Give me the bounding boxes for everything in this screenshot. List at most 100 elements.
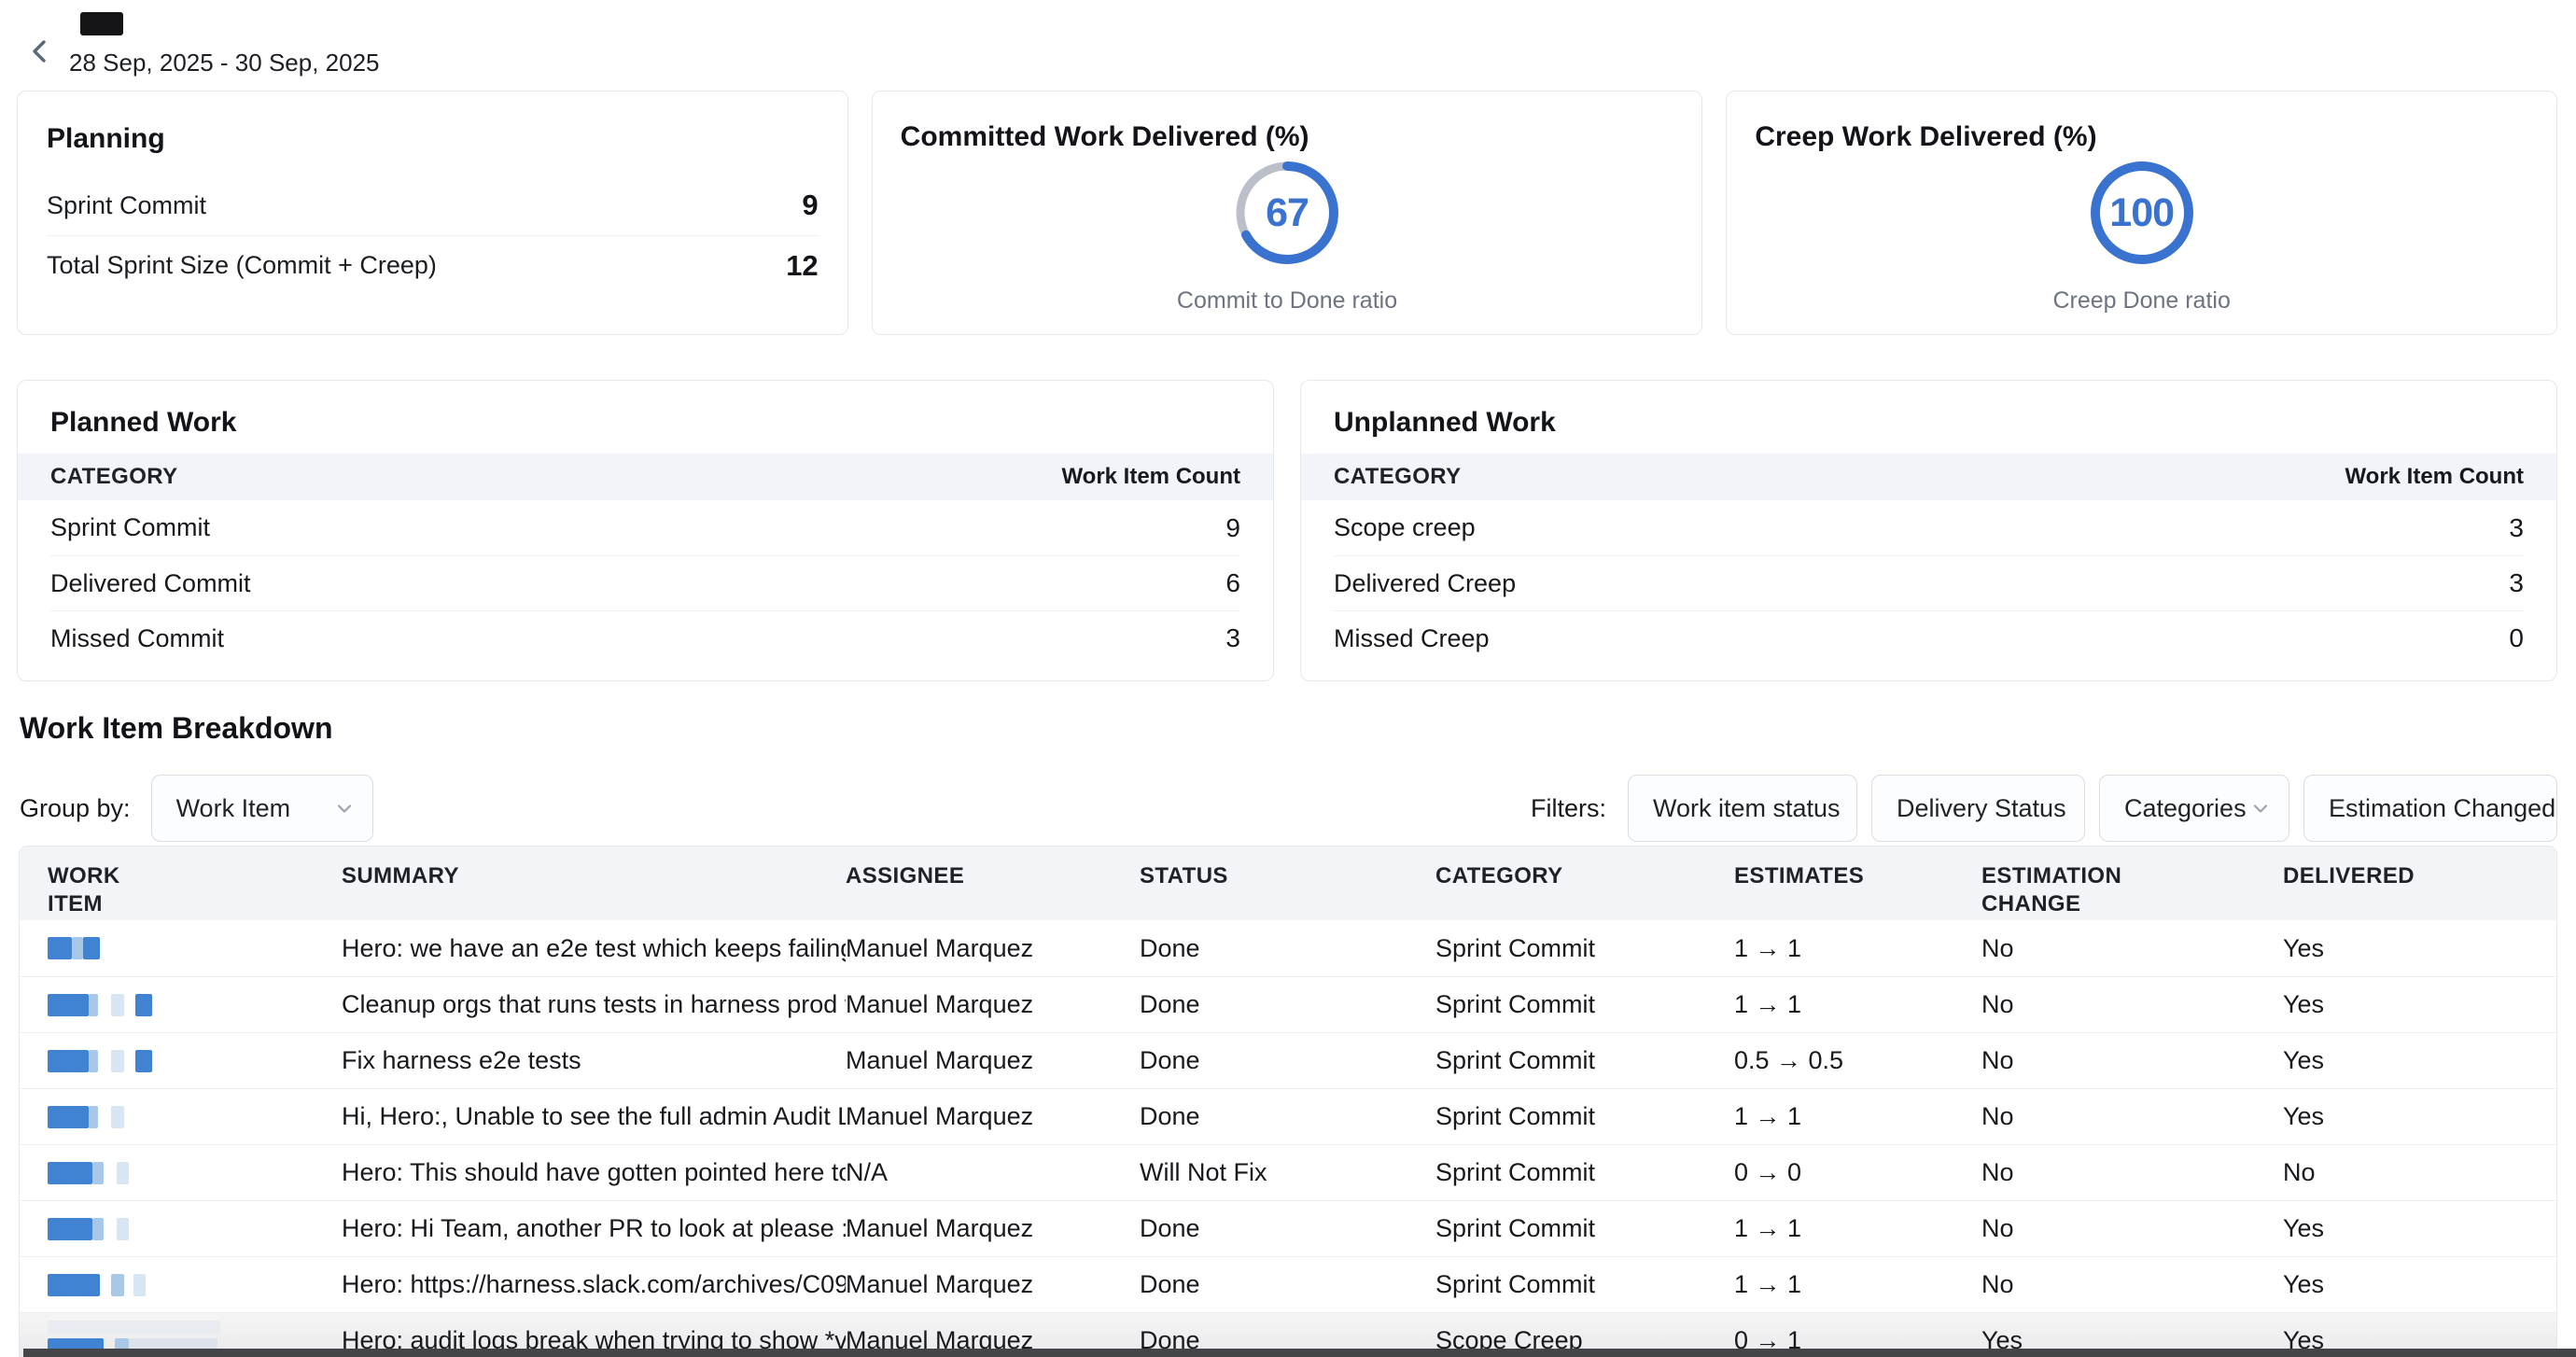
- back-icon[interactable]: [24, 35, 56, 67]
- workitem-cell[interactable]: [48, 1162, 342, 1184]
- group-by-value: Work Item: [176, 794, 291, 823]
- unplanned-work-card: Unplanned WorkCATEGORYWork Item CountSco…: [1300, 380, 2557, 681]
- planned-work-card: Planned WorkCATEGORYWork Item CountSprin…: [17, 380, 1274, 681]
- workitem-id-redacted: [48, 1050, 342, 1072]
- list-card-header: CATEGORYWork Item Count: [1301, 454, 2556, 500]
- filter-select-estimation-changed[interactable]: Estimation Changed: [2303, 775, 2557, 842]
- report-title-redacted: [80, 12, 123, 35]
- cell-assignee: Manuel Marquez: [846, 1102, 1140, 1131]
- workitem-id-block: [117, 1162, 129, 1184]
- cell-category: Sprint Commit: [1435, 1046, 1734, 1075]
- planning-rows: Sprint Commit9Total Sprint Size (Commit …: [47, 175, 819, 295]
- workitem-id-block: [111, 994, 124, 1016]
- workitem-id-redacted: [48, 1218, 342, 1240]
- planning-row: Total Sprint Size (Commit + Creep) 12: [47, 235, 819, 295]
- list-row: Missed Creep0: [1334, 610, 2524, 665]
- filter-select-value: Delivery Status: [1897, 794, 2066, 823]
- filter-select-value: Work item status: [1653, 794, 1841, 823]
- workitem-id-redacted: [48, 937, 342, 959]
- list-row-category: Scope creep: [1334, 513, 1476, 542]
- filter-select-delivery-status[interactable]: Delivery Status: [1871, 775, 2085, 842]
- table-header-row: WORK ITEMSUMMARYASSIGNEESTATUSCATEGORYES…: [20, 846, 2556, 920]
- list-row-count: 6: [1225, 568, 1240, 598]
- breakdown-controls: Group by: Work Item Filters: Work item s…: [20, 775, 2557, 842]
- workitem-id-block: [72, 937, 83, 959]
- table-column-header: ASSIGNEE: [846, 862, 1140, 890]
- workitem-cell[interactable]: [48, 937, 342, 959]
- cell-assignee: Manuel Marquez: [846, 1214, 1140, 1243]
- workitem-cell[interactable]: [48, 1050, 342, 1072]
- planning-row-label: Sprint Commit: [47, 191, 206, 220]
- summary-cards-row: Planning Sprint Commit9Total Sprint Size…: [17, 91, 2557, 335]
- cell-estimation_change: No: [1981, 1214, 2283, 1243]
- chevron-down-icon: [333, 797, 356, 819]
- table-column-header: SUMMARY: [342, 862, 846, 890]
- list-row-count: 3: [2509, 513, 2524, 543]
- chevron-down-icon: [2249, 797, 2272, 819]
- cell-assignee: Manuel Marquez: [846, 1270, 1140, 1299]
- cell-estimation_change: No: [1981, 990, 2283, 1019]
- group-by-select[interactable]: Work Item: [151, 775, 373, 842]
- workitem-id-block: [111, 1106, 124, 1128]
- cell-status: Done: [1140, 934, 1435, 963]
- workitem-id-block: [135, 1050, 152, 1072]
- cell-summary: Cleanup orgs that runs tests in harness …: [342, 990, 846, 1019]
- cell-category: Sprint Commit: [1435, 990, 1734, 1019]
- list-row: Sprint Commit9: [50, 500, 1240, 555]
- table-row: Cleanup orgs that runs tests in harness …: [20, 976, 2556, 1032]
- committed-work-card: Committed Work Delivered (%)67Commit to …: [872, 91, 1703, 335]
- cell-estimates: 0 → 0: [1734, 1158, 1981, 1187]
- list-row-count: 3: [2509, 568, 2524, 598]
- workitem-id-block: [98, 1106, 111, 1128]
- cell-assignee: Manuel Marquez: [846, 990, 1140, 1019]
- cell-delivered: Yes: [2283, 1046, 2530, 1075]
- table-row: Hero: we have an e2e test which keeps fa…: [20, 920, 2556, 976]
- filter-select-categories[interactable]: Categories: [2099, 775, 2289, 842]
- viewport-bottom-strip: [23, 1349, 2576, 1357]
- workitem-id-block: [92, 1218, 104, 1240]
- cell-delivered: Yes: [2283, 934, 2530, 963]
- workitem-id-block: [48, 994, 89, 1016]
- cell-delivered: Yes: [2283, 1214, 2530, 1243]
- cell-status: Will Not Fix: [1140, 1158, 1435, 1187]
- workitem-cell[interactable]: [48, 1274, 342, 1296]
- gauge-card-title: Creep Work Delivered (%): [1755, 121, 2096, 153]
- filters-label: Filters:: [1531, 794, 1606, 823]
- workitem-cell[interactable]: [48, 994, 342, 1016]
- workitem-cell[interactable]: [48, 1218, 342, 1240]
- list-row-count: 0: [2509, 623, 2524, 653]
- table-column-header: ESTIMATES: [1734, 862, 1981, 890]
- filter-select-work-item-status[interactable]: Work item status: [1628, 775, 1857, 842]
- cell-summary: Hero: Hi Team, another PR to look at ple…: [342, 1214, 846, 1243]
- cell-summary: Hero: This should have gotten pointed he…: [342, 1158, 846, 1187]
- workitem-cell[interactable]: [48, 1106, 342, 1128]
- cell-delivered: No: [2283, 1158, 2530, 1187]
- workitem-id-redacted: [48, 1106, 342, 1128]
- workitem-id-block: [48, 1050, 89, 1072]
- list-row: Scope creep 3: [1334, 500, 2524, 555]
- list-row-count: 3: [1225, 623, 1240, 653]
- cell-estimates: 1 → 1: [1734, 990, 1981, 1019]
- cell-estimation_change: No: [1981, 1102, 2283, 1131]
- cell-summary: Fix harness e2e tests: [342, 1046, 846, 1075]
- cell-category: Sprint Commit: [1435, 1158, 1734, 1187]
- planning-row-label: Total Sprint Size (Commit + Creep): [47, 251, 437, 280]
- workitem-id-block: [48, 1106, 89, 1128]
- workitem-id-block: [100, 1274, 111, 1296]
- cell-status: Done: [1140, 1270, 1435, 1299]
- gauge-ring: 67: [1233, 159, 1341, 267]
- gauge-ring: 100: [2088, 159, 2196, 267]
- workitem-id-block: [48, 1274, 100, 1296]
- workitem-id-redacted: [48, 1274, 342, 1296]
- page-header: 28 Sep, 2025 - 30 Sep, 2025: [0, 0, 2576, 91]
- planning-row-value: 12: [786, 249, 818, 283]
- column-category-label: CATEGORY: [50, 464, 178, 490]
- table-row: Hi, Hero:, Unable to see the full admin …: [20, 1088, 2556, 1144]
- table-column-header: STATUS: [1140, 862, 1435, 890]
- list-row: Missed Commit3: [50, 610, 1240, 665]
- cell-delivered: Yes: [2283, 990, 2530, 1019]
- cell-assignee: N/A: [846, 1158, 1140, 1187]
- workitem-id-redacted: [48, 1162, 342, 1184]
- workitem-id-block: [104, 1162, 117, 1184]
- cell-estimation_change: No: [1981, 1046, 2283, 1075]
